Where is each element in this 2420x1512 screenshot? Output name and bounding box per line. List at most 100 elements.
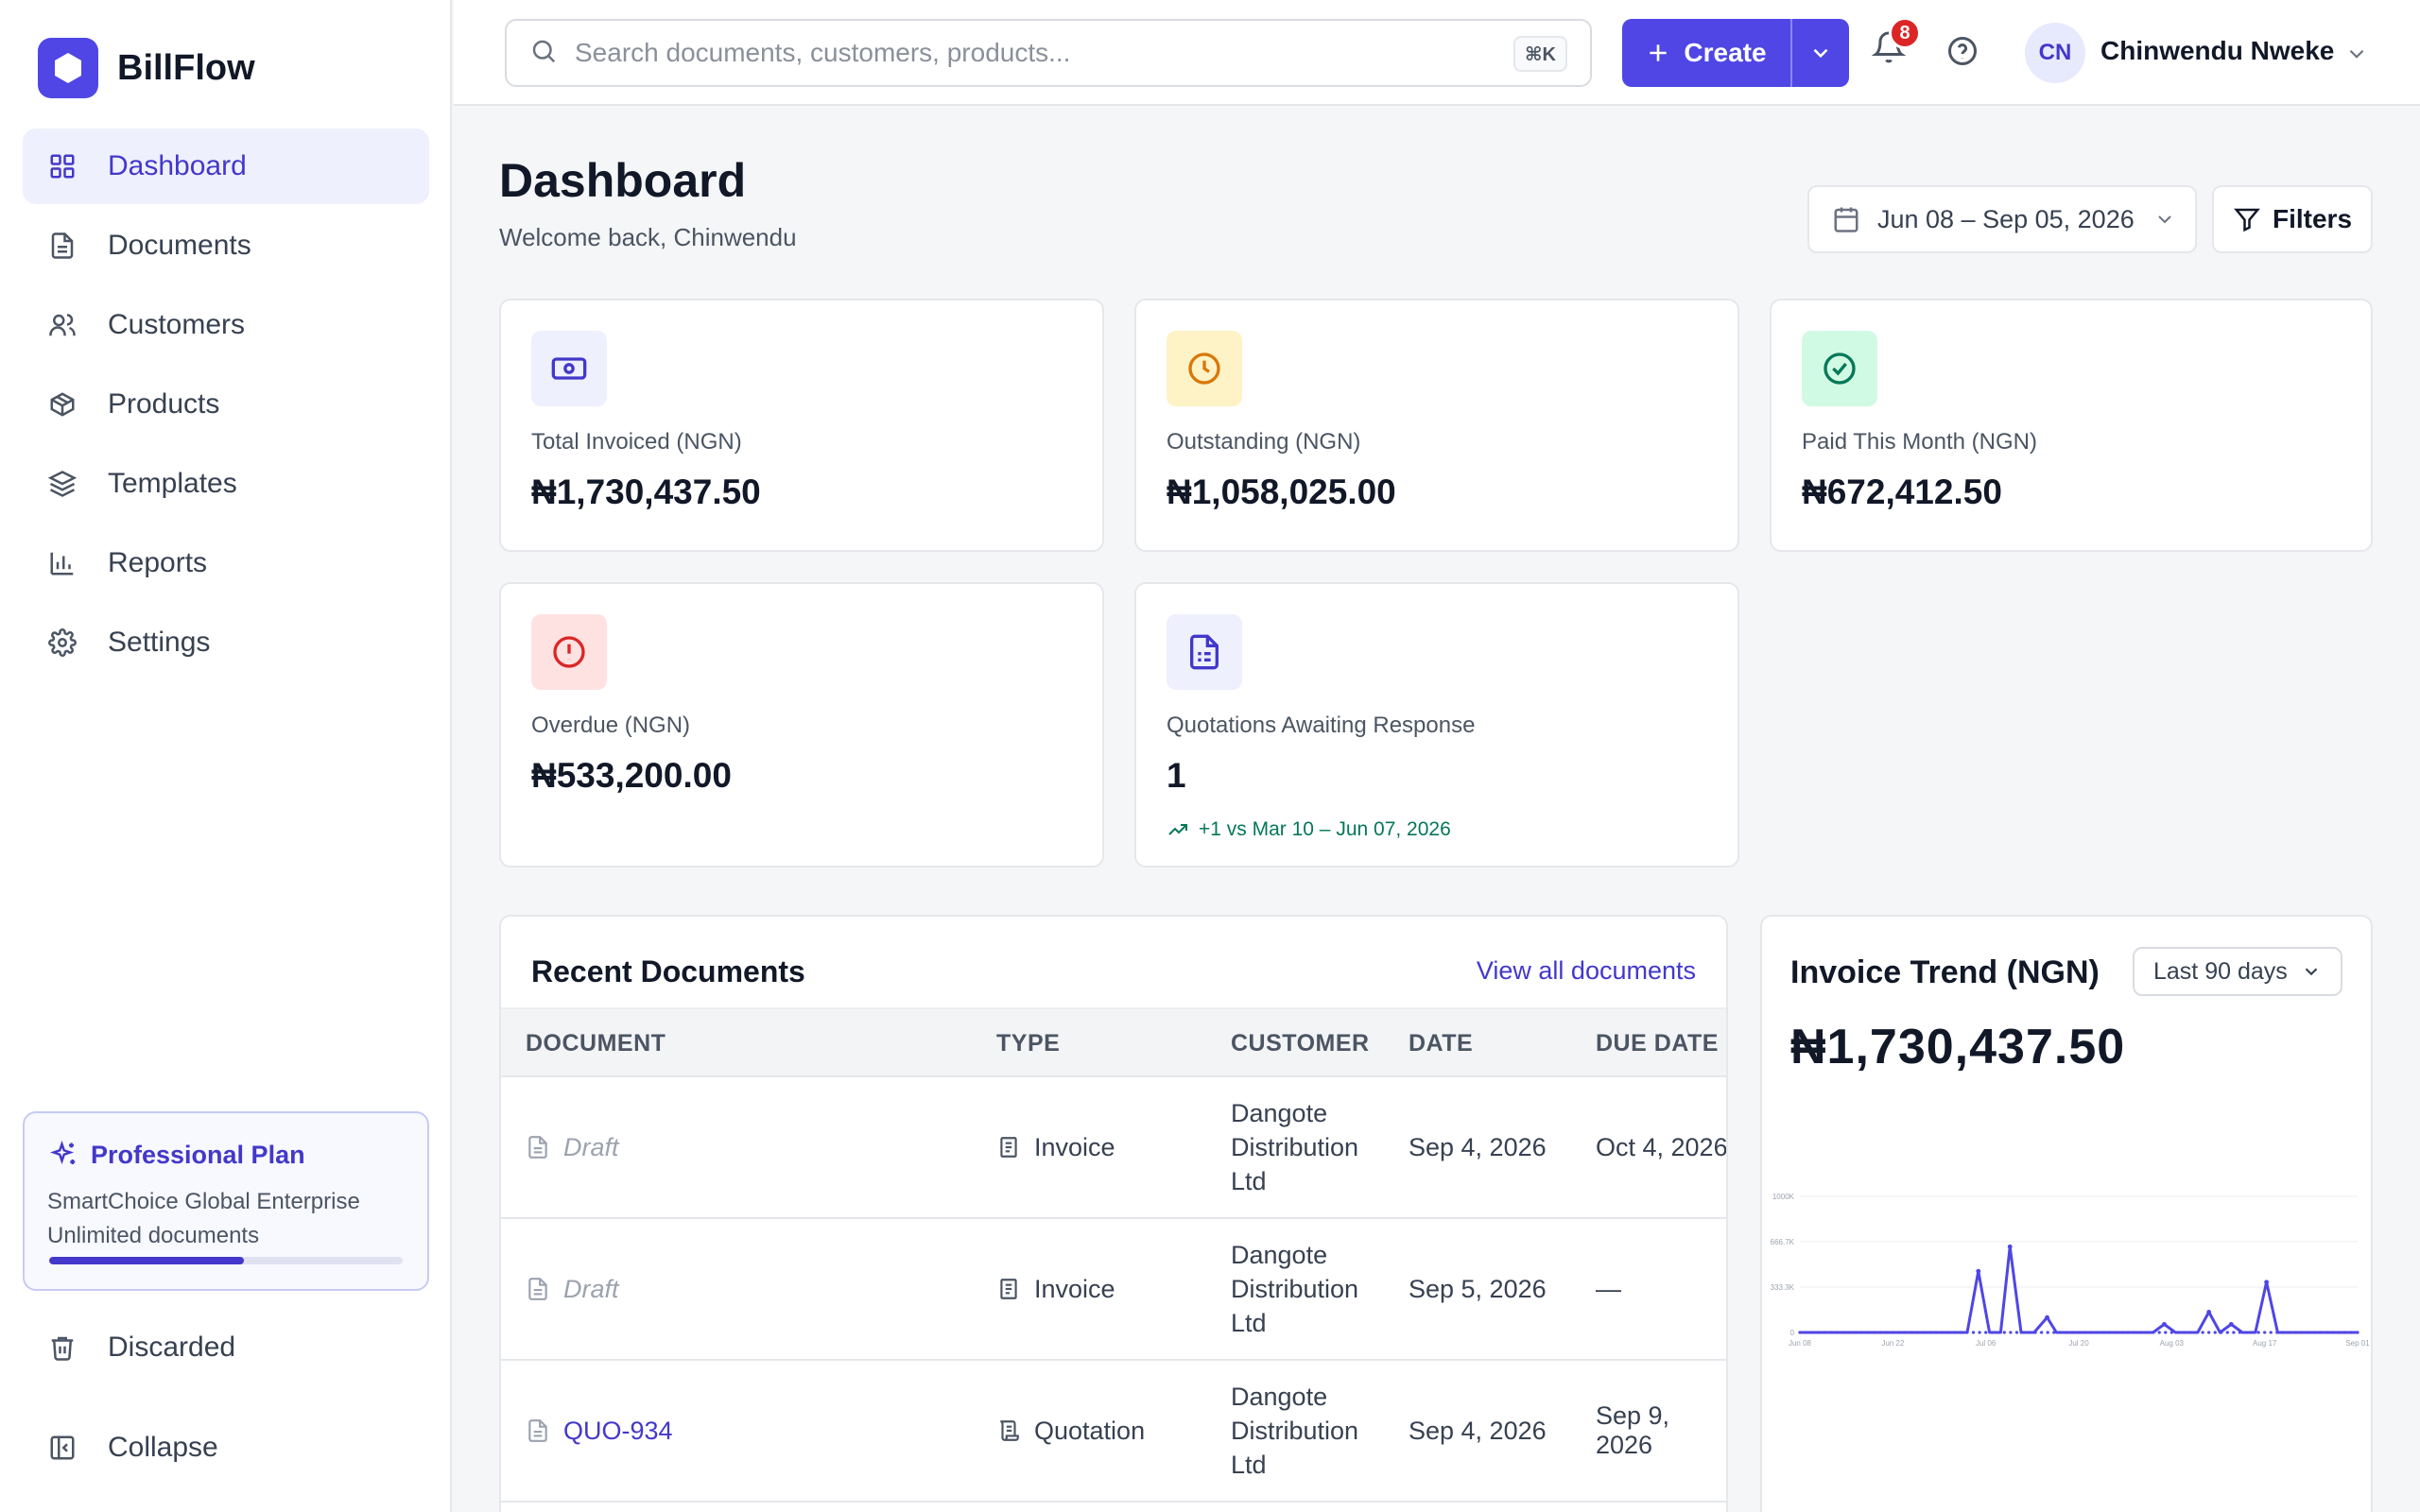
data-point — [2052, 1331, 2056, 1334]
recent-documents-table: DOCUMENT TYPE CUSTOMER DATE DUE DATE Dra… — [501, 1007, 1726, 1503]
document-type: Invoice — [1034, 1132, 1115, 1161]
data-point — [2040, 1331, 2044, 1334]
search-shortcut: ⌘K — [1513, 36, 1567, 72]
stat-card-total-invoiced[interactable]: Total Invoiced (NGN) ₦1,730,437.50 — [499, 299, 1104, 552]
discarded-link[interactable]: Discarded — [45, 1331, 235, 1365]
data-point — [1903, 1331, 1908, 1334]
trash-icon — [45, 1331, 79, 1365]
data-point — [1978, 1331, 1981, 1334]
document-number[interactable]: Draft — [563, 1133, 619, 1162]
data-point — [1835, 1331, 1839, 1334]
stat-value: ₦533,200.00 — [531, 756, 732, 795]
document-cell: Draft — [526, 1077, 619, 1217]
invoice-trend-chart[interactable]: 1000K 666.7K 333.3K 0 Jun 08 Jun 22 Jul 06 Jul … — [1762, 1191, 2373, 1361]
sidebar-item-products[interactable]: Products — [23, 367, 429, 442]
invoice-trend-total: ₦1,730,437.50 — [1790, 1020, 2126, 1074]
data-point — [2176, 1331, 2180, 1334]
sidebar-item-customers[interactable]: Customers — [23, 287, 429, 363]
chevron-down-icon[interactable] — [2344, 42, 2369, 71]
data-point — [2138, 1331, 2143, 1334]
stat-card-overdue[interactable]: Overdue (NGN) ₦533,200.00 — [499, 582, 1104, 868]
document-date: Sep 4, 2026 — [1409, 1416, 1547, 1445]
filters-button[interactable]: Filters — [2212, 185, 2373, 253]
data-point — [2349, 1331, 2354, 1334]
stat-card-outstanding[interactable]: Outstanding (NGN) ₦1,058,025.00 — [1134, 299, 1739, 552]
stat-card-paid-this-month[interactable]: Paid This Month (NGN) ₦672,412.50 — [1770, 299, 2373, 552]
create-button-group: Create — [1622, 19, 1849, 87]
stat-label: Outstanding (NGN) — [1167, 429, 1361, 455]
chevron-down-icon — [2301, 961, 2322, 982]
user-name[interactable]: Chinwendu Nweke — [2100, 36, 2334, 66]
stat-card-quotations-awaiting[interactable]: Quotations Awaiting Response 1 +1 vs Mar… — [1134, 582, 1739, 868]
notification-badge: 8 — [1889, 17, 1921, 49]
data-point — [1990, 1331, 1994, 1334]
notifications-button[interactable]: 8 — [1872, 17, 1921, 64]
data-point — [1984, 1331, 1988, 1334]
column-header-date[interactable]: DATE — [1409, 1030, 1473, 1057]
sidebar-item-dashboard[interactable]: Dashboard — [23, 129, 429, 204]
help-button[interactable] — [1945, 34, 1979, 68]
data-point — [2164, 1331, 2168, 1334]
avatar[interactable]: CN — [2025, 23, 2085, 83]
data-point — [2293, 1331, 2298, 1334]
document-number[interactable]: Draft — [563, 1275, 619, 1304]
trend-period-label: Last 90 days — [2153, 957, 2288, 985]
document-list-icon — [1167, 614, 1242, 690]
data-point — [1841, 1331, 1845, 1334]
data-point — [1817, 1331, 1821, 1334]
data-point — [1810, 1331, 1814, 1334]
table-row[interactable]: Draft Invoice Dangote Distribution Ltd S… — [501, 1219, 1726, 1361]
document-number[interactable]: QUO-934 — [563, 1417, 673, 1446]
recent-documents-title: Recent Documents — [531, 954, 805, 988]
data-point — [2232, 1331, 2236, 1334]
date-range-picker[interactable]: Jun 08 – Sep 05, 2026 — [1807, 185, 2197, 253]
data-point — [2033, 1331, 2037, 1334]
data-point — [2228, 1321, 2234, 1327]
view-all-documents-link[interactable]: View all documents — [1477, 956, 1696, 986]
data-point — [2244, 1331, 2248, 1334]
check-circle-icon — [1802, 331, 1877, 406]
plan-card[interactable]: Professional Plan SmartChoice Global Ent… — [23, 1111, 429, 1291]
trending-up-icon — [1167, 818, 1189, 841]
sidebar-item-reports[interactable]: Reports — [23, 525, 429, 601]
create-button[interactable]: Create — [1622, 19, 1792, 87]
create-dropdown-button[interactable] — [1792, 41, 1849, 65]
table-row[interactable]: Draft Invoice Dangote Distribution Ltd S… — [501, 1077, 1726, 1219]
data-point — [2162, 1321, 2167, 1327]
sidebar-item-label: Templates — [108, 468, 237, 499]
column-header-customer[interactable]: CUSTOMER — [1231, 1030, 1370, 1057]
stat-value: ₦672,412.50 — [1802, 472, 2002, 511]
data-point — [2288, 1331, 2291, 1334]
search-placeholder: Search documents, customers, products... — [575, 38, 1071, 67]
collapse-button[interactable]: Collapse — [45, 1431, 218, 1465]
data-point — [1798, 1331, 1802, 1334]
data-point — [2083, 1331, 2087, 1334]
data-point — [2065, 1331, 2068, 1334]
calendar-icon — [1832, 205, 1860, 233]
column-header-document[interactable]: DOCUMENT — [526, 1030, 666, 1057]
data-point — [2002, 1331, 2006, 1334]
sidebar-item-documents[interactable]: Documents — [23, 208, 429, 284]
file-icon — [526, 1418, 550, 1443]
brand[interactable]: BillFlow — [38, 38, 255, 98]
column-header-type[interactable]: TYPE — [996, 1030, 1060, 1057]
x-tick-label: Jun 22 — [1881, 1339, 1905, 1348]
data-point — [2145, 1331, 2149, 1334]
customer-name: Dangote Distribution Ltd — [1231, 1241, 1359, 1337]
collapse-icon — [45, 1431, 79, 1465]
sidebar-item-settings[interactable]: Settings — [23, 605, 429, 680]
data-point — [2325, 1331, 2328, 1334]
page-subtitle: Welcome back, Chinwendu — [499, 223, 797, 251]
sidebar-item-templates[interactable]: Templates — [23, 446, 429, 522]
data-point — [2157, 1331, 2161, 1334]
data-point — [1859, 1331, 1864, 1334]
column-header-due-date[interactable]: DUE DATE — [1596, 1030, 1719, 1057]
table-row[interactable]: QUO-934 Quotation Dangote Distribution L… — [501, 1361, 1726, 1503]
data-point — [1885, 1331, 1889, 1334]
search-input[interactable]: Search documents, customers, products...… — [505, 19, 1592, 87]
top-bar: Search documents, customers, products...… — [454, 0, 2420, 106]
filters-label: Filters — [2272, 204, 2353, 233]
trend-period-select[interactable]: Last 90 days — [2133, 947, 2342, 996]
data-point — [2021, 1331, 2025, 1334]
logo-icon — [38, 38, 98, 98]
